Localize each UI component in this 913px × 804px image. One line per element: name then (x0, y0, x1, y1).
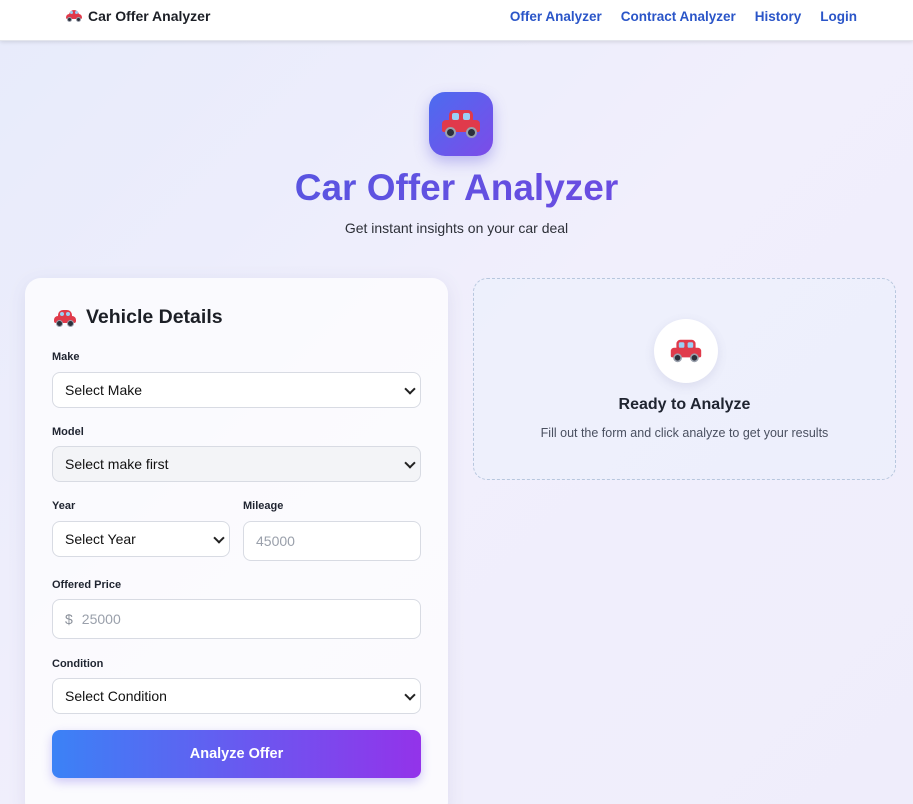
make-label: Make (52, 351, 80, 363)
brand-name: Car Offer Analyzer (88, 8, 211, 24)
page-title: Car Offer Analyzer (0, 167, 913, 209)
car-icon (670, 339, 702, 363)
chevron-down-icon (404, 457, 416, 469)
car-icon (66, 10, 82, 22)
results-subtitle: Fill out the form and click analyze to g… (540, 426, 829, 440)
currency-prefix: $ (65, 611, 73, 627)
results-placeholder: Ready to Analyze Fill out the form and c… (473, 278, 896, 480)
car-icon (54, 309, 76, 327)
brand-logo[interactable]: Car Offer Analyzer (66, 8, 210, 24)
make-select[interactable]: Select Make (52, 372, 421, 408)
hero-logo (429, 92, 493, 156)
vehicle-details-card: Vehicle Details Make Select Make Model S… (25, 278, 448, 804)
results-title: Ready to Analyze (618, 396, 751, 413)
card-title: Vehicle Details (86, 306, 223, 328)
nav-links: Offer Analyzer Contract Analyzer History… (510, 9, 857, 24)
result-icon-badge (654, 319, 718, 383)
price-placeholder: 25000 (81, 611, 121, 627)
mileage-placeholder: 45000 (256, 533, 295, 549)
price-label: Offered Price (52, 579, 122, 591)
card-heading: Vehicle Details (54, 306, 223, 329)
nav-link-offer-analyzer[interactable]: Offer Analyzer (510, 9, 602, 24)
condition-label: Condition (52, 658, 104, 670)
year-select-value: Select Year (65, 531, 136, 547)
model-select-value: Select make first (65, 456, 169, 472)
nav-link-contract-analyzer[interactable]: Contract Analyzer (621, 9, 736, 24)
year-label: Year (52, 500, 76, 512)
condition-select[interactable]: Select Condition (52, 678, 421, 714)
car-icon (442, 110, 480, 138)
mileage-label: Mileage (243, 500, 284, 512)
chevron-down-icon (404, 383, 416, 395)
model-label: Model (52, 426, 84, 438)
make-select-value: Select Make (65, 382, 143, 398)
nav-link-login[interactable]: Login (820, 9, 857, 24)
year-select[interactable]: Select Year (52, 521, 230, 557)
nav-link-history[interactable]: History (755, 9, 802, 24)
mileage-input[interactable]: 45000 (243, 521, 421, 561)
top-navbar: Car Offer Analyzer Offer Analyzer Contra… (0, 0, 913, 41)
price-input[interactable]: $ 25000 (52, 599, 421, 639)
chevron-down-icon (404, 689, 416, 701)
analyze-offer-button[interactable]: Analyze Offer (52, 730, 421, 778)
chevron-down-icon (213, 532, 225, 544)
page-subtitle: Get instant insights on your car deal (344, 220, 569, 236)
model-select[interactable]: Select make first (52, 446, 421, 482)
condition-select-value: Select Condition (65, 688, 167, 704)
